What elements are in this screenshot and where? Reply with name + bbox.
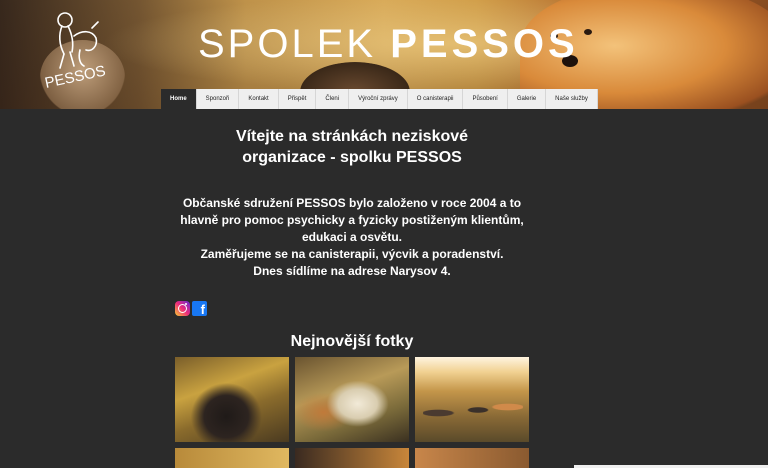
intro-text: Občanské sdružení PESSOS bylo založeno v…	[176, 195, 528, 280]
nav-item-galerie[interactable]: Galerie	[508, 89, 547, 109]
photo-dogs	[423, 395, 523, 425]
instagram-icon[interactable]	[175, 301, 190, 316]
gallery-photo[interactable]	[175, 357, 289, 442]
page-heading-line: Vítejte na stránkách neziskové	[235, 128, 469, 145]
nav-item-home[interactable]: Home	[161, 89, 197, 109]
nav-item-sponzori[interactable]: Sponzoři	[197, 89, 240, 109]
intro-line: Občanské sdružení PESSOS bylo založeno v…	[182, 196, 522, 210]
main-navigation: Home Sponzoři Kontakt Přispět Členi Výro…	[161, 89, 598, 109]
intro-line: hlavně pro pomoc psychicky a fyzicky pos…	[180, 213, 524, 227]
intro-line: Zaměřujeme se na canisterapii, výcvik a …	[200, 247, 504, 261]
site-title: SPOLEK PESSOS	[198, 22, 579, 67]
page-heading: Vítejte na stránkách neziskové organizac…	[176, 126, 528, 168]
site-title-light: SPOLEK	[198, 22, 377, 66]
nav-item-prispet[interactable]: Přispět	[279, 89, 317, 109]
gallery-photo[interactable]	[415, 357, 529, 442]
intro-line: edukaci a osvětu.	[301, 230, 403, 244]
nav-item-cleni[interactable]: Členi	[316, 89, 350, 109]
nav-item-vyrocni-zpravy[interactable]: Výroční zprávy	[349, 89, 408, 109]
nav-item-nase-sluzby[interactable]: Naše služby	[546, 89, 598, 109]
dog-eye	[584, 29, 592, 35]
gallery-photo[interactable]	[175, 448, 289, 468]
gallery-photo[interactable]	[295, 357, 409, 442]
pessos-logo[interactable]: PESSOS	[40, 6, 120, 96]
nav-item-kontakt[interactable]: Kontakt	[239, 89, 279, 109]
nav-item-pusobeni[interactable]: Působení	[463, 89, 508, 109]
site-title-bold: PESSOS	[390, 22, 579, 66]
nav-item-o-canisterapii[interactable]: O canisterapii	[408, 89, 464, 109]
facebook-icon[interactable]: f	[192, 301, 207, 316]
latest-photos-title: Nejnovější fotky	[290, 333, 414, 350]
social-links: f	[175, 301, 207, 316]
logo-text: PESSOS	[43, 62, 107, 91]
gallery-photo[interactable]	[295, 448, 409, 468]
page-heading-line: organizace - spolku PESSOS	[242, 149, 462, 166]
intro-line: Dnes sídlíme na adrese Narysov 4.	[253, 264, 451, 278]
gallery-photo[interactable]	[415, 448, 529, 468]
